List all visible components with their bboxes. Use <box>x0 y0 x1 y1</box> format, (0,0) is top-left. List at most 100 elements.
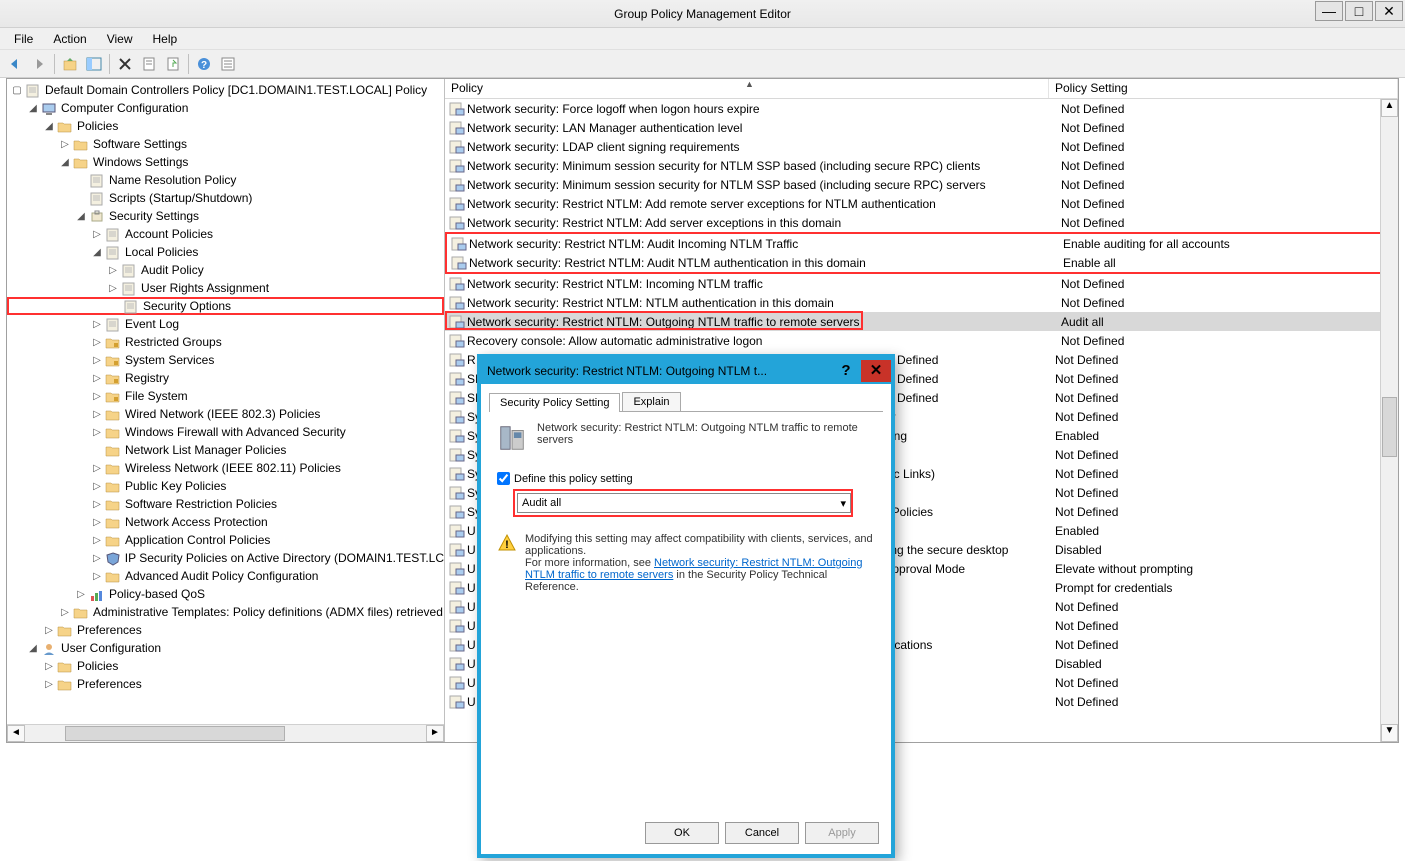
back-button[interactable] <box>4 53 26 75</box>
tree-item[interactable]: ▷Preferences <box>7 621 444 639</box>
apply-button[interactable]: Apply <box>805 822 879 844</box>
menu-help[interactable]: Help <box>143 30 188 48</box>
tree-item[interactable]: ▷Restricted Groups <box>7 333 444 351</box>
dialog-close-button[interactable]: ✕ <box>861 360 891 382</box>
tree-toggle-icon[interactable]: ▷ <box>91 499 103 510</box>
scroll-thumb[interactable] <box>1382 397 1397 457</box>
tree-toggle-icon[interactable]: ▢ <box>11 85 23 96</box>
tree-toggle-icon[interactable]: ◢ <box>91 247 103 258</box>
tree-toggle-icon[interactable]: ▷ <box>43 661 55 672</box>
tree-item[interactable]: ▷Registry <box>7 369 444 387</box>
tree-toggle-icon[interactable]: ◢ <box>27 643 39 654</box>
tree-toggle-icon[interactable]: ▷ <box>43 625 55 636</box>
tree-toggle-icon[interactable] <box>91 445 103 456</box>
filter-button[interactable] <box>217 53 239 75</box>
policy-list-row[interactable]: Network security: LAN Manager authentica… <box>445 118 1398 137</box>
cancel-button[interactable]: Cancel <box>725 822 799 844</box>
tab-explain[interactable]: Explain <box>622 392 680 411</box>
tree-toggle-icon[interactable]: ▷ <box>91 319 103 330</box>
scroll-thumb[interactable] <box>65 726 285 741</box>
list-vertical-scrollbar[interactable]: ▲ ▼ <box>1380 99 1398 742</box>
tree-item[interactable]: ◢Local Policies <box>7 243 444 261</box>
tree-toggle-icon[interactable]: ◢ <box>43 121 55 132</box>
forward-button[interactable] <box>28 53 50 75</box>
tree-horizontal-scrollbar[interactable]: ◄ ► <box>7 724 444 742</box>
policy-value-dropdown[interactable]: Audit all ▾ <box>517 493 851 513</box>
tree-toggle-icon[interactable]: ▷ <box>107 283 119 294</box>
tree-toggle-icon[interactable]: ▷ <box>91 481 103 492</box>
tree-item[interactable]: ▷File System <box>7 387 444 405</box>
policy-list-row[interactable]: Network security: Restrict NTLM: Outgoin… <box>445 312 1398 331</box>
tree-item[interactable]: Network List Manager Policies <box>7 441 444 459</box>
menu-view[interactable]: View <box>97 30 143 48</box>
tree-item[interactable]: ▷Wired Network (IEEE 802.3) Policies <box>7 405 444 423</box>
tree-item[interactable]: Scripts (Startup/Shutdown) <box>7 189 444 207</box>
scroll-right-arrow[interactable]: ► <box>426 725 444 742</box>
policy-list-row[interactable]: Recovery console: Allow automatic admini… <box>445 331 1398 350</box>
close-button[interactable]: ✕ <box>1375 1 1403 21</box>
tree-item[interactable]: ▷Windows Firewall with Advanced Security <box>7 423 444 441</box>
tree-toggle-icon[interactable]: ▷ <box>91 355 103 366</box>
tree-item[interactable]: ▷IP Security Policies on Active Director… <box>7 549 444 567</box>
policy-list-row[interactable]: Network security: Restrict NTLM: Add ser… <box>445 213 1398 232</box>
policy-list-row[interactable]: Network security: Restrict NTLM: Audit I… <box>447 234 1396 253</box>
tree-toggle-icon[interactable] <box>109 301 121 312</box>
tree-toggle-icon[interactable]: ▷ <box>91 517 103 528</box>
tree-item[interactable]: ◢User Configuration <box>7 639 444 657</box>
dialog-titlebar[interactable]: Network security: Restrict NTLM: Outgoin… <box>481 358 891 384</box>
tree-toggle-icon[interactable]: ▷ <box>91 337 103 348</box>
tree-item[interactable]: ▷User Rights Assignment <box>7 279 444 297</box>
tree-item[interactable]: ◢Windows Settings <box>7 153 444 171</box>
minimize-button[interactable]: — <box>1315 1 1343 21</box>
tree-item[interactable]: ◢Policies <box>7 117 444 135</box>
export-button[interactable] <box>162 53 184 75</box>
tree-toggle-icon[interactable]: ▷ <box>107 265 119 276</box>
policy-list-row[interactable]: Network security: Minimum session securi… <box>445 156 1398 175</box>
show-hide-tree-button[interactable] <box>83 53 105 75</box>
tree-item[interactable]: ▷Audit Policy <box>7 261 444 279</box>
tree-item[interactable]: Name Resolution Policy <box>7 171 444 189</box>
policy-list-row[interactable]: Network security: Restrict NTLM: NTLM au… <box>445 293 1398 312</box>
policy-list-row[interactable]: Network security: Restrict NTLM: Audit N… <box>447 253 1396 272</box>
column-setting[interactable]: Policy Setting <box>1049 79 1398 98</box>
policy-list-row[interactable]: Network security: Restrict NTLM: Incomin… <box>445 274 1398 293</box>
scroll-down-arrow[interactable]: ▼ <box>1381 724 1398 742</box>
tree-item[interactable]: ▷Wireless Network (IEEE 802.11) Policies <box>7 459 444 477</box>
tree-toggle-icon[interactable]: ▷ <box>91 373 103 384</box>
maximize-button[interactable]: □ <box>1345 1 1373 21</box>
tree-item[interactable]: ▷Event Log <box>7 315 444 333</box>
tree-toggle-icon[interactable]: ▷ <box>91 553 103 564</box>
help-button[interactable]: ? <box>193 53 215 75</box>
tree-item[interactable]: ▷Policy-based QoS <box>7 585 444 603</box>
define-policy-checkbox[interactable] <box>497 472 510 485</box>
policy-tree[interactable]: ▢Default Domain Controllers Policy [DC1.… <box>7 79 444 723</box>
menu-action[interactable]: Action <box>43 30 96 48</box>
policy-list-row[interactable]: Network security: Force logoff when logo… <box>445 99 1398 118</box>
delete-button[interactable] <box>114 53 136 75</box>
tree-item[interactable]: ▷Account Policies <box>7 225 444 243</box>
tree-toggle-icon[interactable]: ▷ <box>91 409 103 420</box>
dialog-help-button[interactable]: ? <box>831 360 861 382</box>
tree-item[interactable]: ▷Policies <box>7 657 444 675</box>
policy-list-row[interactable]: Network security: Minimum session securi… <box>445 175 1398 194</box>
tree-toggle-icon[interactable]: ▷ <box>91 391 103 402</box>
tree-item[interactable]: ▷System Services <box>7 351 444 369</box>
tree-toggle-icon[interactable]: ▷ <box>75 589 87 600</box>
tree-toggle-icon[interactable]: ▷ <box>43 679 55 690</box>
tree-toggle-icon[interactable]: ◢ <box>59 157 71 168</box>
tree-item[interactable]: ▷Administrative Templates: Policy defini… <box>7 603 444 621</box>
scroll-left-arrow[interactable]: ◄ <box>7 725 25 742</box>
properties-button[interactable] <box>138 53 160 75</box>
tree-toggle-icon[interactable] <box>75 193 87 204</box>
tree-item[interactable]: ▷Software Settings <box>7 135 444 153</box>
tree-item[interactable]: ▷Software Restriction Policies <box>7 495 444 513</box>
tab-security-policy-setting[interactable]: Security Policy Setting <box>489 393 620 412</box>
tree-toggle-icon[interactable]: ◢ <box>27 103 39 114</box>
tree-toggle-icon[interactable]: ▷ <box>91 229 103 240</box>
tree-item[interactable]: ▢Default Domain Controllers Policy [DC1.… <box>7 81 444 99</box>
tree-toggle-icon[interactable]: ◢ <box>75 211 87 222</box>
tree-item[interactable]: ◢Security Settings <box>7 207 444 225</box>
tree-toggle-icon[interactable]: ▷ <box>91 427 103 438</box>
scroll-up-arrow[interactable]: ▲ <box>1381 99 1398 117</box>
tree-toggle-icon[interactable]: ▷ <box>59 607 71 618</box>
